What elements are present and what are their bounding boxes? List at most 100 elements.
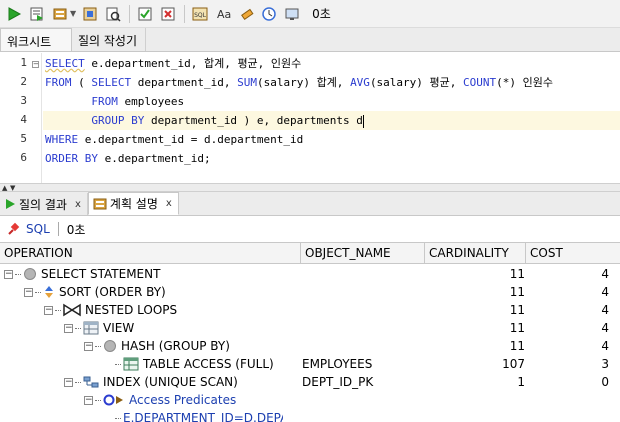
separator: [57, 222, 59, 236]
table-icon: [123, 357, 139, 371]
tree-connector: [75, 381, 81, 383]
explain-dropdown-icon[interactable]: ▼: [70, 9, 76, 18]
collapse-up-icon[interactable]: ▲: [2, 184, 7, 192]
collapse-toggle-icon[interactable]: −: [4, 269, 13, 279]
operation-cell: − Access Predicates: [84, 391, 236, 409]
table-row[interactable]: TABLE ACCESS (FULL) EMPLOYEES 107 3: [0, 355, 620, 373]
tab-query-builder[interactable]: 질의 작성기: [72, 28, 147, 51]
table-row[interactable]: − SELECT STATEMENT 11 4: [0, 265, 620, 283]
cardinality-cell: 11: [509, 285, 525, 299]
run-icon[interactable]: [3, 3, 25, 25]
table-row[interactable]: − HASH (GROUP BY) 11 4: [0, 337, 620, 355]
main-toolbar: ▼ SQL Aa 0초: [0, 0, 620, 28]
sql-format-icon[interactable]: SQL: [189, 3, 211, 25]
collapse-toggle-icon[interactable]: −: [44, 305, 53, 315]
line-number: 4: [20, 113, 27, 126]
operation-label: HASH (GROUP BY): [121, 339, 230, 353]
commit-icon[interactable]: [134, 3, 156, 25]
cost-cell: 4: [601, 303, 609, 317]
code-line: WHERE e.department_id = d.department_id: [45, 133, 304, 146]
collapse-toggle-icon[interactable]: −: [24, 287, 33, 297]
pin-icon[interactable]: [6, 222, 20, 236]
table-row[interactable]: − VIEW 11 4: [0, 319, 620, 337]
toolbar-separator: [184, 4, 186, 23]
run-icon: [4, 198, 16, 210]
line-number: 6: [20, 151, 27, 164]
line-number: 1: [20, 56, 27, 69]
sql-editor[interactable]: 1 − 2 3 4 5 6 SELECT e.department_id, 합계…: [0, 53, 620, 183]
operation-label: VIEW: [103, 321, 135, 335]
collapse-toggle-icon[interactable]: −: [64, 377, 73, 387]
index-icon: [83, 375, 99, 389]
pane-splitter[interactable]: ▲ ▼: [0, 183, 620, 192]
line-gutter: 1 − 2 3 4 5 6: [0, 53, 42, 183]
collapse-toggle-icon[interactable]: −: [84, 395, 93, 405]
column-header-operation[interactable]: OPERATION: [0, 243, 301, 264]
cost-cell: 3: [601, 357, 609, 371]
cardinality-cell: 11: [509, 303, 525, 317]
line-number: 3: [20, 94, 27, 107]
close-icon[interactable]: x: [166, 198, 172, 209]
close-icon[interactable]: x: [75, 199, 81, 210]
fold-toggle-icon[interactable]: −: [32, 61, 39, 68]
code-line: FROM employees: [91, 95, 185, 108]
collapse-toggle-icon[interactable]: −: [64, 323, 73, 333]
table-row[interactable]: − INDEX (UNIQUE SCAN) DEPT_ID_PK 1 0: [0, 373, 620, 391]
table-row[interactable]: − Access Predicates: [0, 391, 620, 409]
case-toggle-icon[interactable]: Aa: [212, 3, 234, 25]
operation-label: SELECT STATEMENT: [41, 267, 161, 281]
svg-text:SQL: SQL: [194, 12, 207, 19]
cost-cell: 0: [601, 375, 609, 389]
code-line: SELECT e.department_id, 합계, 평균, 인원수: [45, 57, 302, 70]
cardinality-cell: 11: [509, 321, 525, 335]
operation-cell: E.DEPARTMENT_ID=D.DEPA: [104, 409, 283, 422]
sort-icon: [43, 285, 55, 299]
cost-cell: 4: [601, 267, 609, 281]
cardinality-cell: 11: [509, 267, 525, 281]
code-line-current: GROUP BY department_id ) e, departments …: [43, 111, 620, 130]
result-tab-bar: 질의 결과 x 계획 설명 x: [0, 192, 620, 216]
tree-connector: [15, 273, 21, 275]
code-line: ORDER BY e.department_id;: [45, 152, 211, 165]
collapse-toggle-icon[interactable]: −: [84, 341, 93, 351]
rollback-icon[interactable]: [157, 3, 179, 25]
monitor-icon[interactable]: [281, 3, 303, 25]
cost-cell: 4: [601, 285, 609, 299]
operation-cell: − SORT (ORDER BY): [24, 283, 166, 301]
clear-icon[interactable]: [235, 3, 257, 25]
cost-cell: 4: [601, 339, 609, 353]
column-header-cost[interactable]: COST: [526, 243, 620, 264]
tab-query-result[interactable]: 질의 결과 x: [0, 193, 88, 215]
operation-label: INDEX (UNIQUE SCAN): [103, 375, 238, 389]
explain-plan-icon[interactable]: [49, 3, 71, 25]
table-row[interactable]: − SORT (ORDER BY) 11 4: [0, 283, 620, 301]
elapsed-time: 0초: [312, 7, 331, 21]
tab-explain-plan[interactable]: 계획 설명 x: [87, 192, 179, 215]
toolbar-separator: [129, 4, 131, 23]
autotrace-icon[interactable]: [79, 3, 101, 25]
operation-node-icon: [103, 339, 117, 353]
explain-plan-grid: OPERATION OBJECT_NAME CARDINALITY COST −…: [0, 242, 620, 422]
grid-header: OPERATION OBJECT_NAME CARDINALITY COST: [0, 243, 620, 264]
history-icon[interactable]: [258, 3, 280, 25]
column-header-cardinality[interactable]: CARDINALITY: [425, 243, 526, 264]
operation-cell: − HASH (GROUP BY): [84, 337, 230, 355]
object-name-cell: DEPT_ID_PK: [302, 375, 374, 389]
table-row[interactable]: − NESTED LOOPS 11 4: [0, 301, 620, 319]
cost-cell: 4: [601, 321, 609, 335]
operation-label: Access Predicates: [129, 393, 237, 407]
table-row[interactable]: E.DEPARTMENT_ID=D.DEPA: [0, 409, 620, 422]
object-name-cell: EMPLOYEES: [302, 357, 373, 371]
tree-connector: [75, 327, 81, 329]
sql-tuning-icon[interactable]: [102, 3, 124, 25]
tab-worksheet[interactable]: 워크시트: [0, 28, 72, 51]
operation-cell: − SELECT STATEMENT: [4, 265, 160, 283]
sql-link[interactable]: SQL: [26, 222, 50, 236]
tab-label: 질의 결과: [19, 197, 67, 212]
run-script-icon[interactable]: [26, 3, 48, 25]
column-header-object-name[interactable]: OBJECT_NAME: [301, 243, 425, 264]
cardinality-cell: 107: [502, 357, 525, 371]
explain-plan-icon: [93, 198, 107, 210]
collapse-down-icon[interactable]: ▼: [10, 184, 15, 192]
view-icon: [83, 321, 99, 335]
